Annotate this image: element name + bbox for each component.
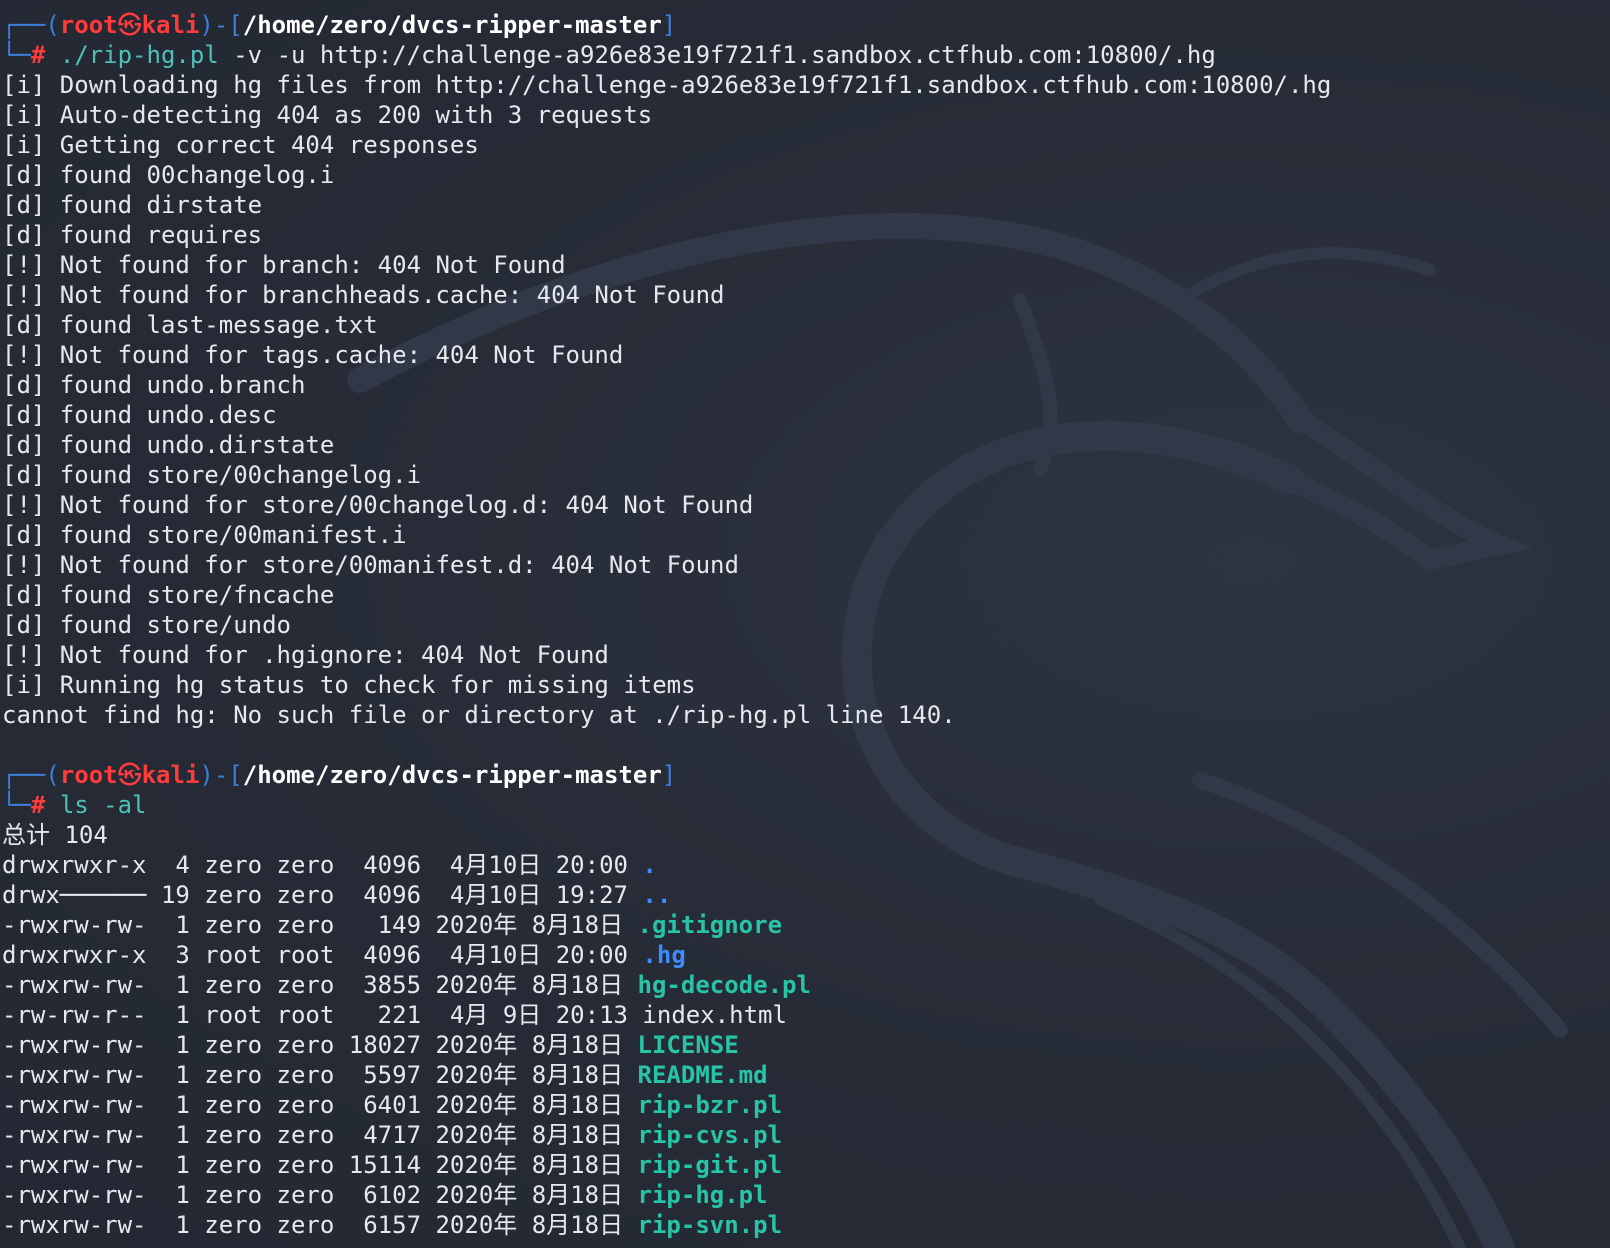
output-line: [d] found store/undo bbox=[2, 611, 291, 639]
ls-row-meta: drwxrwxr-x 4 zero zero 4096 4月10日 20:00 bbox=[2, 851, 643, 879]
ls-listing: drwxrwxr-x 4 zero zero 4096 4月10日 20:00 … bbox=[2, 850, 1610, 1240]
output-line: [d] found store/00changelog.i bbox=[2, 461, 422, 489]
output-line: [i] Downloading hg files from http://cha… bbox=[2, 71, 1332, 99]
terminal-output: ┌──(root㉿kali)-[/home/zero/dvcs-ripper-m… bbox=[2, 10, 1610, 1240]
ls-row-meta: -rwxrw-rw- 1 zero zero 5597 2020年 8月18日 bbox=[2, 1061, 638, 1089]
prompt-host: kali bbox=[141, 11, 200, 39]
prompt-frame-top: ┌──( bbox=[2, 11, 60, 39]
ls-row-meta: -rwxrw-rw- 1 zero zero 15114 2020年 8月18日 bbox=[2, 1151, 638, 1179]
output-line: [d] found dirstate bbox=[2, 191, 263, 219]
ls-row-meta: -rwxrw-rw- 1 zero zero 149 2020年 8月18日 bbox=[2, 911, 638, 939]
command-line: └─# ls -al bbox=[2, 790, 1610, 820]
ls-row: drwx────── 19 zero zero 4096 4月10日 19:27… bbox=[2, 880, 1610, 910]
prompt-frame-sep: )-[ bbox=[199, 11, 243, 39]
ls-row-meta: -rwxrw-rw- 1 zero zero 6401 2020年 8月18日 bbox=[2, 1091, 638, 1119]
output-line: [!] Not found for store/00manifest.d: 40… bbox=[2, 551, 739, 579]
output-line: [d] found 00changelog.i bbox=[2, 161, 335, 189]
ls-row: -rwxrw-rw- 1 zero zero 6157 2020年 8月18日 … bbox=[2, 1210, 1610, 1240]
ls-row-filename[interactable]: index.html bbox=[642, 1001, 787, 1029]
prompt-hash: # bbox=[30, 41, 46, 69]
ls-row: -rwxrw-rw- 1 zero zero 149 2020年 8月18日 .… bbox=[2, 910, 1610, 940]
ls-row: -rwxrw-rw- 1 zero zero 18027 2020年 8月18日… bbox=[2, 1030, 1610, 1060]
kali-skull-icon: ㉿ bbox=[117, 761, 142, 789]
ls-row-filename[interactable]: rip-git.pl bbox=[638, 1151, 783, 1179]
ls-total: 总计 104 bbox=[2, 821, 108, 849]
ls-row-filename[interactable]: .hg bbox=[642, 941, 685, 969]
kali-skull-icon: ㉿ bbox=[117, 11, 142, 39]
ls-row: -rwxrw-rw- 1 zero zero 6401 2020年 8月18日 … bbox=[2, 1090, 1610, 1120]
command-args: -v -u http://challenge-a926e83e19f721f1.… bbox=[218, 41, 1216, 69]
prompt-frame-close: ] bbox=[661, 761, 677, 789]
prompt-hash: # bbox=[30, 791, 46, 819]
output-line: [d] found requires bbox=[2, 221, 263, 249]
ls-row-filename[interactable]: hg-decode.pl bbox=[638, 971, 811, 999]
output-line: [i] Getting correct 404 responses bbox=[2, 131, 479, 159]
ls-row-meta: -rwxrw-rw- 1 zero zero 4717 2020年 8月18日 bbox=[2, 1121, 638, 1149]
prompt-cwd: /home/zero/dvcs-ripper-master bbox=[242, 11, 662, 39]
prompt-cwd: /home/zero/dvcs-ripper-master bbox=[242, 761, 662, 789]
prompt-user: root bbox=[59, 761, 118, 789]
ls-row-filename[interactable]: rip-bzr.pl bbox=[638, 1091, 783, 1119]
output-line: [!] Not found for tags.cache: 404 Not Fo… bbox=[2, 341, 624, 369]
output-line: [!] Not found for branchheads.cache: 404… bbox=[2, 281, 725, 309]
command-output: [i] Downloading hg files from http://cha… bbox=[2, 70, 1610, 730]
ls-row-filename[interactable]: rip-cvs.pl bbox=[638, 1121, 783, 1149]
ls-row: drwxrwxr-x 3 root root 4096 4月10日 20:00 … bbox=[2, 940, 1610, 970]
terminal-window[interactable]: ┌──(root㉿kali)-[/home/zero/dvcs-ripper-m… bbox=[0, 0, 1610, 1248]
output-line: [!] Not found for .hgignore: 404 Not Fou… bbox=[2, 641, 609, 669]
prompt-frame-bottom: └─ bbox=[2, 791, 31, 819]
prompt-user: root bbox=[59, 11, 118, 39]
ls-row-filename[interactable]: LICENSE bbox=[638, 1031, 739, 1059]
ls-row-filename[interactable]: .gitignore bbox=[638, 911, 783, 939]
output-line: [!] Not found for branch: 404 Not Found bbox=[2, 251, 566, 279]
prompt-frame-close: ] bbox=[661, 11, 677, 39]
ls-row: -rwxrw-rw- 1 zero zero 15114 2020年 8月18日… bbox=[2, 1150, 1610, 1180]
ls-row: -rw-rw-r-- 1 root root 221 4月 9日 20:13 i… bbox=[2, 1000, 1610, 1030]
command-name: ./rip-hg.pl bbox=[59, 41, 219, 69]
prompt-frame-sep: )-[ bbox=[199, 761, 243, 789]
output-line: [d] found undo.desc bbox=[2, 401, 277, 429]
ls-row-filename[interactable]: rip-hg.pl bbox=[638, 1181, 768, 1209]
output-line: [i] Running hg status to check for missi… bbox=[2, 671, 696, 699]
ls-row: -rwxrw-rw- 1 zero zero 3855 2020年 8月18日 … bbox=[2, 970, 1610, 1000]
output-line: [d] found undo.dirstate bbox=[2, 431, 335, 459]
ls-row-meta: drwx────── 19 zero zero 4096 4月10日 19:27 bbox=[2, 881, 643, 909]
command-name: ls -al bbox=[59, 791, 147, 819]
ls-row: drwxrwxr-x 4 zero zero 4096 4月10日 20:00 … bbox=[2, 850, 1610, 880]
ls-row-meta: drwxrwxr-x 3 root root 4096 4月10日 20:00 bbox=[2, 941, 643, 969]
ls-row-meta: -rwxrw-rw- 1 zero zero 6102 2020年 8月18日 bbox=[2, 1181, 638, 1209]
ls-row-filename[interactable]: . bbox=[642, 851, 656, 879]
ls-row-meta: -rw-rw-r-- 1 root root 221 4月 9日 20:13 bbox=[2, 1001, 643, 1029]
prompt-frame-top: ┌──( bbox=[2, 761, 60, 789]
prompt-host: kali bbox=[141, 761, 200, 789]
ls-row-filename[interactable]: README.md bbox=[638, 1061, 768, 1089]
ls-row-filename[interactable]: rip-svn.pl bbox=[638, 1211, 783, 1239]
ls-row: -rwxrw-rw- 1 zero zero 5597 2020年 8月18日 … bbox=[2, 1060, 1610, 1090]
output-line: [!] Not found for store/00changelog.d: 4… bbox=[2, 491, 754, 519]
output-line: [d] found last-message.txt bbox=[2, 311, 378, 339]
output-line: [i] Auto-detecting 404 as 200 with 3 req… bbox=[2, 101, 653, 129]
ls-row-filename[interactable]: .. bbox=[642, 881, 671, 909]
ls-row-meta: -rwxrw-rw- 1 zero zero 3855 2020年 8月18日 bbox=[2, 971, 638, 999]
ls-row: -rwxrw-rw- 1 zero zero 6102 2020年 8月18日 … bbox=[2, 1180, 1610, 1210]
output-line: [d] found undo.branch bbox=[2, 371, 306, 399]
command-line: └─# ./rip-hg.pl -v -u http://challenge-a… bbox=[2, 40, 1610, 70]
prompt-line: ┌──(root㉿kali)-[/home/zero/dvcs-ripper-m… bbox=[2, 760, 1610, 790]
ls-row-meta: -rwxrw-rw- 1 zero zero 6157 2020年 8月18日 bbox=[2, 1211, 638, 1239]
ls-row: -rwxrw-rw- 1 zero zero 4717 2020年 8月18日 … bbox=[2, 1120, 1610, 1150]
prompt-line: ┌──(root㉿kali)-[/home/zero/dvcs-ripper-m… bbox=[2, 10, 1610, 40]
output-line: cannot find hg: No such file or director… bbox=[2, 701, 956, 729]
ls-row-meta: -rwxrw-rw- 1 zero zero 18027 2020年 8月18日 bbox=[2, 1031, 638, 1059]
output-line: [d] found store/fncache bbox=[2, 581, 335, 609]
prompt-frame-bottom: └─ bbox=[2, 41, 31, 69]
output-line: [d] found store/00manifest.i bbox=[2, 521, 407, 549]
